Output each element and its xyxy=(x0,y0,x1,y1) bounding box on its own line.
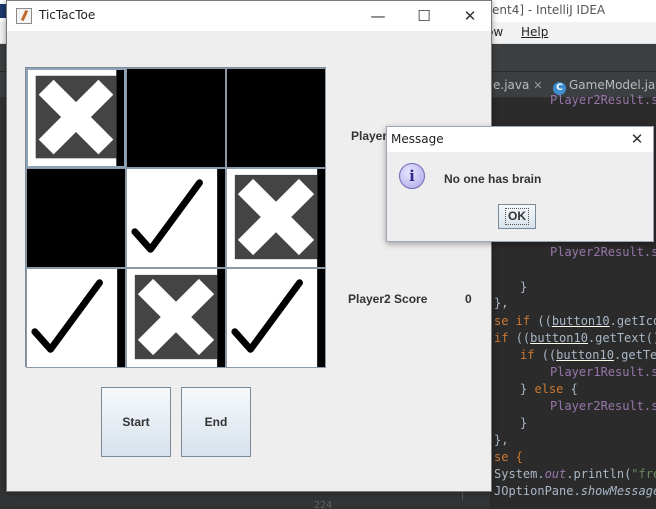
board-cell[interactable] xyxy=(126,168,226,268)
code-line: } else { xyxy=(520,382,578,396)
close-icon[interactable]: ✕ xyxy=(533,79,542,92)
player2-score-label: Player2 Score xyxy=(348,292,428,306)
code-line: Player1Result.se xyxy=(550,365,656,379)
code-line: if ((button10.getTex xyxy=(520,348,656,362)
code-line: se if ((button10.getIcon xyxy=(494,314,656,328)
code-line: Player2Result.se xyxy=(550,245,656,259)
window-titlebar[interactable]: TicTacToe — ☐ ✕ xyxy=(7,1,491,31)
code-line: }, xyxy=(494,296,509,310)
board-cell[interactable] xyxy=(26,68,126,168)
message-dialog: Message ✕ i No one has brain OK xyxy=(386,126,654,242)
tab-label: e.java xyxy=(493,78,530,92)
info-icon: i xyxy=(399,163,425,189)
game-board xyxy=(25,67,326,368)
board-cell[interactable] xyxy=(126,268,226,368)
ide-title: ent4] - IntelliJ IDEA xyxy=(492,3,606,17)
code-line: } xyxy=(520,416,528,430)
minimize-button[interactable]: — xyxy=(355,3,401,29)
dialog-titlebar[interactable]: Message ✕ xyxy=(387,127,653,152)
board-cell[interactable] xyxy=(26,268,126,368)
dialog-message: No one has brain xyxy=(444,172,542,186)
maximize-button[interactable]: ☐ xyxy=(401,3,447,29)
tab-label: GameModel.java xyxy=(569,78,656,92)
menu-help[interactable]: Help xyxy=(521,25,548,39)
code-line: }, xyxy=(494,433,509,447)
board-cell[interactable] xyxy=(226,268,326,368)
board-cell[interactable] xyxy=(126,68,226,168)
board-cell[interactable] xyxy=(226,168,326,268)
java-app-icon xyxy=(16,8,32,24)
ok-label: OK xyxy=(505,208,529,225)
code-line: Player2Result.se xyxy=(550,399,656,413)
start-button[interactable]: Start xyxy=(101,387,171,457)
board-cell[interactable] xyxy=(26,168,126,268)
ok-button[interactable]: OK xyxy=(498,204,536,229)
code-line: if ((button10.getText() xyxy=(494,331,656,345)
tictactoe-window: TicTacToe — ☐ ✕ Player Player2 Score 0 S… xyxy=(6,0,492,492)
window-title: TicTacToe xyxy=(39,8,96,22)
code-line: Player2Result.se xyxy=(550,93,656,107)
code-line: } xyxy=(520,280,528,294)
dialog-title: Message xyxy=(391,132,444,146)
dialog-close-button[interactable]: ✕ xyxy=(621,127,653,152)
code-line: se { xyxy=(494,450,523,464)
line-number: 224 xyxy=(314,500,333,509)
end-button[interactable]: End xyxy=(181,387,251,457)
player1-score-label: Player xyxy=(351,129,388,143)
close-button[interactable]: ✕ xyxy=(447,3,493,29)
code-line: JOptionPane.showMessage xyxy=(494,484,656,498)
tab-game-java[interactable]: e.java ✕ xyxy=(493,78,543,92)
player2-score-value: 0 xyxy=(465,292,472,306)
code-line: System.out.println("free xyxy=(494,467,656,481)
board-cell[interactable] xyxy=(226,68,326,168)
